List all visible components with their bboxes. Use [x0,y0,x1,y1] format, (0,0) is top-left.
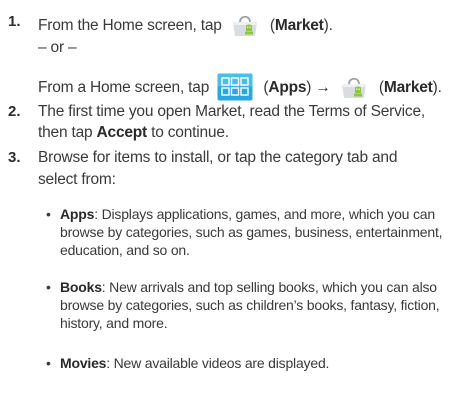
step-bold-term: Market [274,17,324,34]
step-number: 1. [8,13,21,30]
step-number: 2. [8,103,21,120]
bullet-line: browse by categories, such as games, bus… [60,224,443,240]
step-3-line-2: select from: [38,171,116,188]
step-text: to continue. [151,124,229,141]
arrow-icon: → [315,79,331,96]
bullet-dot: • [46,279,51,295]
bullet-line: : New available videos are displayed. [106,355,330,371]
bullet-line: : Displays applications, games, and more… [94,206,435,222]
bullet-line: browse by categories, such as children’s… [60,297,440,313]
bullet-dot: • [46,355,51,371]
apps-icon [217,73,253,101]
step-3-line-1: Browse for items to install, or tap the … [38,149,398,166]
step-text: From a Home screen, tap [38,79,210,96]
bullet-line: education, and so on. [60,242,190,258]
step-bold-term: Market [383,79,433,96]
step-1-or: – or – [38,39,77,56]
step-2-line-1: The first time you open Market, read the… [38,103,425,120]
bullet-text: Movies: New available videos are display… [60,354,329,372]
step-bold-term: Apps [268,79,307,96]
step-number: 3. [8,149,21,166]
bullet-term: Books [60,279,102,295]
step-2-line-2: then tap Accept to continue. [38,123,229,142]
bullet-line: history, and more. [60,315,168,331]
bullet-text: Books: New arrivals and top selling book… [60,278,440,332]
bullet-term: Movies [60,355,107,371]
step-1-line-3: From a Home screen, tap (Apps) → (Market… [38,73,442,101]
market-icon [339,74,369,100]
bullet-line: : New arrivals and top selling books, wh… [101,279,437,295]
bullet-text: Apps: Displays applications, games, and … [60,205,443,259]
step-1-line-1: From the Home screen, tap (Market). [38,12,333,38]
bullet-dot: • [46,206,51,222]
market-icon [230,12,260,38]
bullet-term: Apps [60,206,95,222]
step-text: From the Home screen, tap [38,17,222,34]
step-text: then tap [38,124,93,141]
step-bold-term: Accept [96,124,148,141]
document-page: 1. From the Home screen, tap (Market). –… [0,0,472,403]
